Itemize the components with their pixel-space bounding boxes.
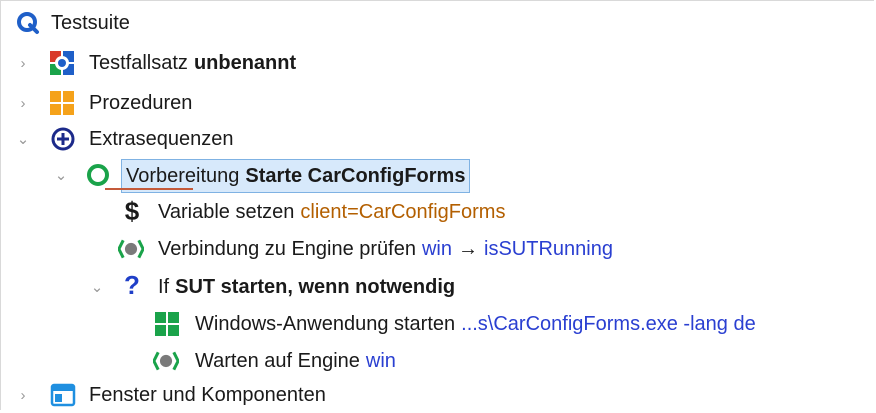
chevron-down-icon[interactable]: ⌄ [15,131,31,147]
drop-indicator [105,188,193,190]
tree-node-extras[interactable]: ⌄ Extrasequenzen [1,121,875,157]
plus-circle-icon [50,126,76,152]
testset-icon [49,50,75,76]
windows-icon [154,311,180,337]
extras-label: Extrasequenzen [89,128,234,150]
setup-label: Vorbereitung [126,164,240,187]
chevron-down-icon[interactable]: ⌄ [53,167,69,183]
tree-node-setvar[interactable]: $ Variable setzen client=CarConfigForms [1,194,875,230]
setvar-label: Variable setzen [158,201,295,223]
wait-value: win [365,350,396,372]
arrow-right-icon: → [458,238,478,260]
tree-node-testsuite[interactable]: Testsuite [1,5,875,41]
tree-node-start-app[interactable]: Windows-Anwendung starten ...s\CarConfig… [1,306,875,342]
dollar-icon: $ [124,195,140,226]
start-app-label: Windows-Anwendung starten [195,313,456,335]
chevron-down-icon[interactable]: ⌄ [89,279,105,295]
testsuite-label: Testsuite [51,12,130,34]
check-value-result: isSUTRunning [484,238,613,260]
window-icon [50,382,76,408]
setvar-value: client=CarConfigForms [300,201,506,223]
testset-name: unbenannt [193,52,297,74]
q-logo-icon [15,10,41,36]
start-app-value: ...s\CarConfigForms.exe -lang de [461,313,756,335]
engine-wait-icon [153,348,179,374]
tree-node-windows-components[interactable]: › Fenster und Komponenten [1,377,875,413]
procedures-icon [49,90,75,116]
tree-node-testset[interactable]: › Testfallsatz unbenannt [1,45,875,81]
testset-label: Testfallsatz [89,52,188,74]
tree-node-if[interactable]: ⌄ ? If SUT starten, wenn notwendig [1,269,875,305]
tree-node-wait-engine[interactable]: Warten auf Engine win [1,343,875,379]
question-icon: ? [124,269,140,300]
engine-check-icon [118,236,144,262]
check-label: Verbindung zu Engine prüfen [158,238,416,260]
chevron-right-icon[interactable]: › [15,387,31,403]
chevron-right-icon[interactable]: › [15,55,31,71]
setup-name: Starte CarConfigForms [245,164,466,187]
wait-label: Warten auf Engine [195,350,360,372]
check-value-win: win [421,238,452,260]
windows-components-label: Fenster und Komponenten [89,384,326,406]
if-label: If [158,276,170,298]
test-suite-tree: Testsuite › Testfallsatz unbenannt › Pro… [0,0,874,410]
tree-node-check-engine[interactable]: Verbindung zu Engine prüfen win → isSUTR… [1,231,875,267]
tree-node-procedures[interactable]: › Prozeduren [1,85,875,121]
setup-circle-icon [85,162,111,188]
if-name: SUT starten, wenn notwendig [175,276,456,298]
procedures-label: Prozeduren [89,92,193,114]
chevron-right-icon[interactable]: › [15,95,31,111]
